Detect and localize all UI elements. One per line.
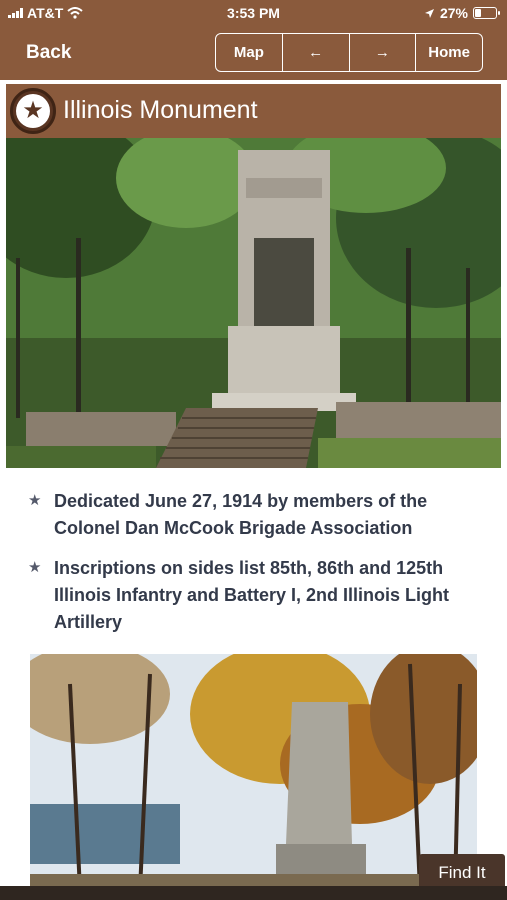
previous-arrow-icon[interactable]: ← [281, 34, 349, 71]
bullet-star-icon: ★ [28, 559, 42, 576]
list-item: ★ Dedicated June 27, 1914 by members of … [28, 488, 498, 542]
star-icon: ★ [10, 88, 56, 134]
list-item: ★ Inscriptions on sides list 85th, 86th … [28, 555, 498, 636]
fact-text: Inscriptions on sides list 85th, 86th an… [54, 558, 450, 632]
top-bar: AT&T 3:53 PM 27% Back Map ← → Home [0, 0, 507, 80]
map-button[interactable]: Map [216, 34, 282, 71]
home-button[interactable]: Home [415, 34, 482, 71]
next-arrow-icon[interactable]: → [348, 34, 416, 71]
bottom-bar [0, 886, 507, 900]
back-button[interactable]: Back [26, 42, 71, 64]
bullet-star-icon: ★ [28, 492, 42, 509]
fact-text: Dedicated June 27, 1914 by members of th… [54, 491, 428, 538]
location-icon [424, 8, 434, 18]
nav-segmented-control: Map ← → Home [215, 33, 483, 72]
autumn-monument-photo [30, 654, 477, 890]
facts-list: ★ Dedicated June 27, 1914 by members of … [28, 488, 498, 649]
page-title: Illinois Monument [63, 96, 258, 124]
battery-percent: 27% [439, 5, 468, 21]
status-bar: AT&T 3:53 PM 27% [0, 0, 507, 26]
battery-icon [473, 7, 500, 19]
title-banner: ★ Illinois Monument [6, 84, 501, 138]
monument-photo [6, 138, 501, 468]
